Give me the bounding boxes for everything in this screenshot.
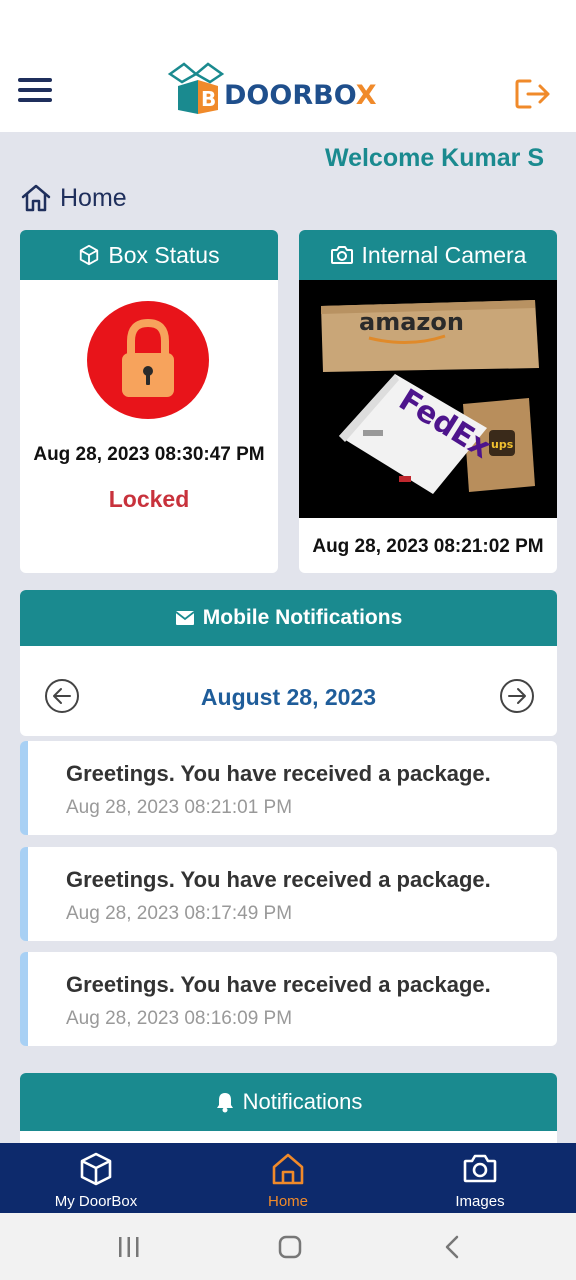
logo-text-main: DOORBO — [224, 80, 356, 111]
date-navigator: August 28, 2023 — [20, 646, 557, 736]
internal-camera-header: Internal Camera — [299, 230, 557, 280]
mobile-notifications-header: Mobile Notifications — [20, 590, 557, 646]
logout-icon — [515, 79, 550, 109]
tab-label: Home — [267, 1193, 308, 1210]
lock-status-indicator — [87, 301, 209, 419]
tab-label: My DoorBox — [54, 1193, 138, 1210]
camera-timestamp: Aug 28, 2023 08:21:02 PM — [312, 536, 544, 557]
recent-apps-button[interactable] — [114, 1233, 144, 1261]
amazon-label: amazon — [359, 308, 464, 336]
mobile-notifications-card: Mobile Notifications August 28, 2023 — [20, 590, 557, 736]
envelope-icon — [175, 611, 195, 625]
box-status-timestamp: Aug 28, 2023 08:30:47 PM — [33, 444, 265, 465]
notification-time: Aug 28, 2023 08:21:01 PM — [66, 797, 293, 818]
box-status-card: Box Status Aug 28, 2023 08:30:47 PM Lock… — [20, 230, 278, 573]
cube-icon — [80, 244, 99, 266]
notification-item[interactable]: Greetings. You have received a package. … — [20, 847, 557, 941]
breadcrumb-label: Home — [60, 183, 127, 212]
logo-text: DOORBOX — [224, 80, 377, 111]
notification-message: Greetings. You have received a package. — [66, 867, 491, 892]
notifications-card: Notifications — [20, 1073, 557, 1143]
internal-camera-card[interactable]: Internal Camera amazon ups FedEx Aug 28,… — [299, 230, 557, 573]
notifications-title: Notifications — [242, 1089, 363, 1114]
breadcrumb[interactable]: Home — [20, 180, 127, 216]
tab-images[interactable]: Images — [384, 1143, 576, 1213]
box-status-state: Locked — [108, 486, 190, 512]
next-date-button[interactable] — [499, 678, 535, 714]
notification-time: Aug 28, 2023 08:17:49 PM — [66, 903, 293, 924]
system-home-button[interactable] — [275, 1233, 305, 1261]
notification-item[interactable]: Greetings. You have received a package. … — [20, 741, 557, 835]
notification-message: Greetings. You have received a package. — [66, 761, 491, 786]
menu-line — [18, 98, 52, 102]
tab-my-doorbox[interactable]: My DoorBox — [0, 1143, 192, 1213]
menu-line — [18, 78, 52, 82]
status-bar-area — [0, 0, 576, 44]
chevron-left-icon — [445, 1235, 459, 1259]
doorbox-logo: B DOORBOX — [166, 60, 406, 120]
box-status-title: Box Status — [108, 241, 220, 268]
package-snapshot-image: amazon ups FedEx — [299, 280, 557, 518]
home-outline-icon — [21, 184, 51, 212]
camera-icon — [463, 1154, 497, 1183]
internal-camera-title: Internal Camera — [361, 241, 527, 268]
svg-text:B: B — [201, 87, 216, 111]
logo-box-icon: B — [167, 62, 225, 114]
menu-line — [18, 88, 52, 92]
app-header: B DOORBOX — [0, 44, 576, 132]
logout-button[interactable] — [514, 78, 552, 110]
notification-item[interactable]: Greetings. You have received a package. … — [20, 952, 557, 1046]
notification-time: Aug 28, 2023 08:16:09 PM — [66, 1008, 293, 1029]
arrow-right-circle-icon — [500, 679, 534, 713]
bell-icon — [216, 1093, 233, 1113]
padlock-icon — [122, 318, 174, 397]
camera-icon — [330, 246, 353, 264]
mobile-notifications-title: Mobile Notifications — [202, 606, 403, 629]
tab-home[interactable]: Home — [192, 1143, 384, 1213]
welcome-message: Welcome Kumar S — [324, 144, 544, 172]
selected-date: August 28, 2023 — [200, 684, 377, 710]
ups-label: ups — [491, 438, 514, 451]
home-icon — [272, 1153, 304, 1185]
hamburger-menu-button[interactable] — [18, 78, 52, 104]
cube-icon — [80, 1152, 112, 1186]
camera-snapshot[interactable]: amazon ups FedEx — [299, 280, 557, 518]
tab-label: Images — [455, 1193, 505, 1210]
system-back-button[interactable] — [438, 1233, 468, 1261]
rounded-square-icon — [278, 1235, 302, 1259]
notification-message: Greetings. You have received a package. — [66, 972, 491, 997]
recent-apps-icon — [119, 1237, 139, 1257]
notifications-header: Notifications — [20, 1073, 557, 1131]
box-status-header: Box Status — [20, 230, 278, 280]
system-navigation-bar — [0, 1213, 576, 1280]
logo-text-x: X — [355, 80, 377, 111]
bottom-navigation: My DoorBox Home Images — [0, 1143, 576, 1213]
